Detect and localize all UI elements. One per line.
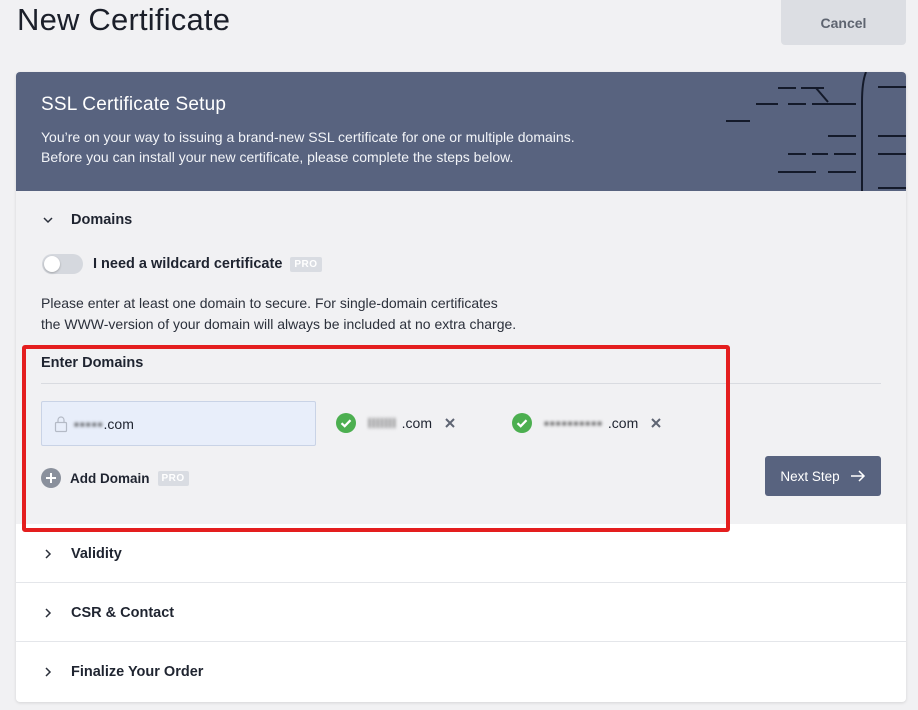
help-line-1: Please enter at least one domain to secu…	[41, 295, 498, 311]
lock-icon	[54, 415, 68, 432]
chevron-right-icon	[45, 608, 52, 618]
chevron-down-icon	[43, 217, 53, 224]
toggle-knob	[44, 256, 60, 272]
banner-line-1: You’re on your way to issuing a brand-ne…	[41, 129, 575, 145]
banner-line-2: Before you can install your new certific…	[41, 149, 514, 165]
finalize-label: Finalize Your Order	[71, 664, 204, 680]
csr-header[interactable]: CSR & Contact	[41, 603, 174, 623]
banner-description: You’re on your way to issuing a brand-ne…	[41, 127, 681, 167]
chevron-right-icon	[45, 549, 52, 559]
help-line-2: the WWW-version of your domain will alwa…	[41, 316, 517, 332]
wildcard-label: I need a wildcard certificate	[93, 256, 283, 272]
chip-domain-text: •••••••••• .com	[544, 415, 639, 431]
wildcard-toggle[interactable]	[42, 254, 83, 274]
domain-chip: lllllll .com	[336, 412, 456, 434]
pro-badge: PRO	[290, 256, 322, 272]
enter-domains-label: Enter Domains	[41, 355, 144, 371]
chip-domain-text: lllllll .com	[368, 415, 433, 431]
chevron-right-icon	[45, 667, 52, 677]
check-circle-icon	[512, 413, 532, 433]
wildcard-row: I need a wildcard certificate PRO	[42, 254, 322, 274]
finalize-header[interactable]: Finalize Your Order	[41, 662, 203, 682]
domain-input[interactable]: •••••.com	[41, 401, 316, 446]
next-step-button[interactable]: Next Step	[765, 456, 881, 496]
domains-section: Domains I need a wildcard certificate PR…	[16, 191, 906, 524]
check-circle-icon	[336, 413, 356, 433]
domain-input-value: •••••.com	[74, 415, 134, 432]
next-step-label: Next Step	[780, 468, 840, 484]
arrow-right-icon	[850, 470, 865, 482]
divider	[41, 383, 881, 384]
add-domain-button[interactable]: Add Domain PRO	[41, 468, 189, 488]
step-csr-contact[interactable]: CSR & Contact	[16, 583, 906, 642]
circuit-decoration-icon	[726, 72, 906, 191]
page-title: New Certificate	[17, 2, 231, 37]
plus-circle-icon	[41, 468, 61, 488]
certificate-card: SSL Certificate Setup You’re on your way…	[16, 72, 906, 702]
close-icon[interactable]	[444, 417, 456, 429]
validity-header[interactable]: Validity	[41, 544, 122, 564]
domains-header[interactable]: Domains	[41, 210, 132, 230]
close-icon[interactable]	[650, 417, 662, 429]
step-finalize-order[interactable]: Finalize Your Order	[16, 642, 906, 701]
setup-banner: SSL Certificate Setup You’re on your way…	[16, 72, 906, 191]
step-validity[interactable]: Validity	[16, 524, 906, 583]
csr-label: CSR & Contact	[71, 605, 175, 621]
domain-chip: •••••••••• .com	[512, 412, 662, 434]
validity-label: Validity	[71, 546, 122, 562]
domain-help-text: Please enter at least one domain to secu…	[41, 293, 561, 335]
cancel-button[interactable]: Cancel	[781, 0, 906, 45]
pro-badge: PRO	[157, 470, 189, 486]
domains-label: Domains	[71, 212, 133, 228]
banner-title: SSL Certificate Setup	[41, 94, 227, 115]
add-domain-label: Add Domain	[70, 470, 150, 486]
